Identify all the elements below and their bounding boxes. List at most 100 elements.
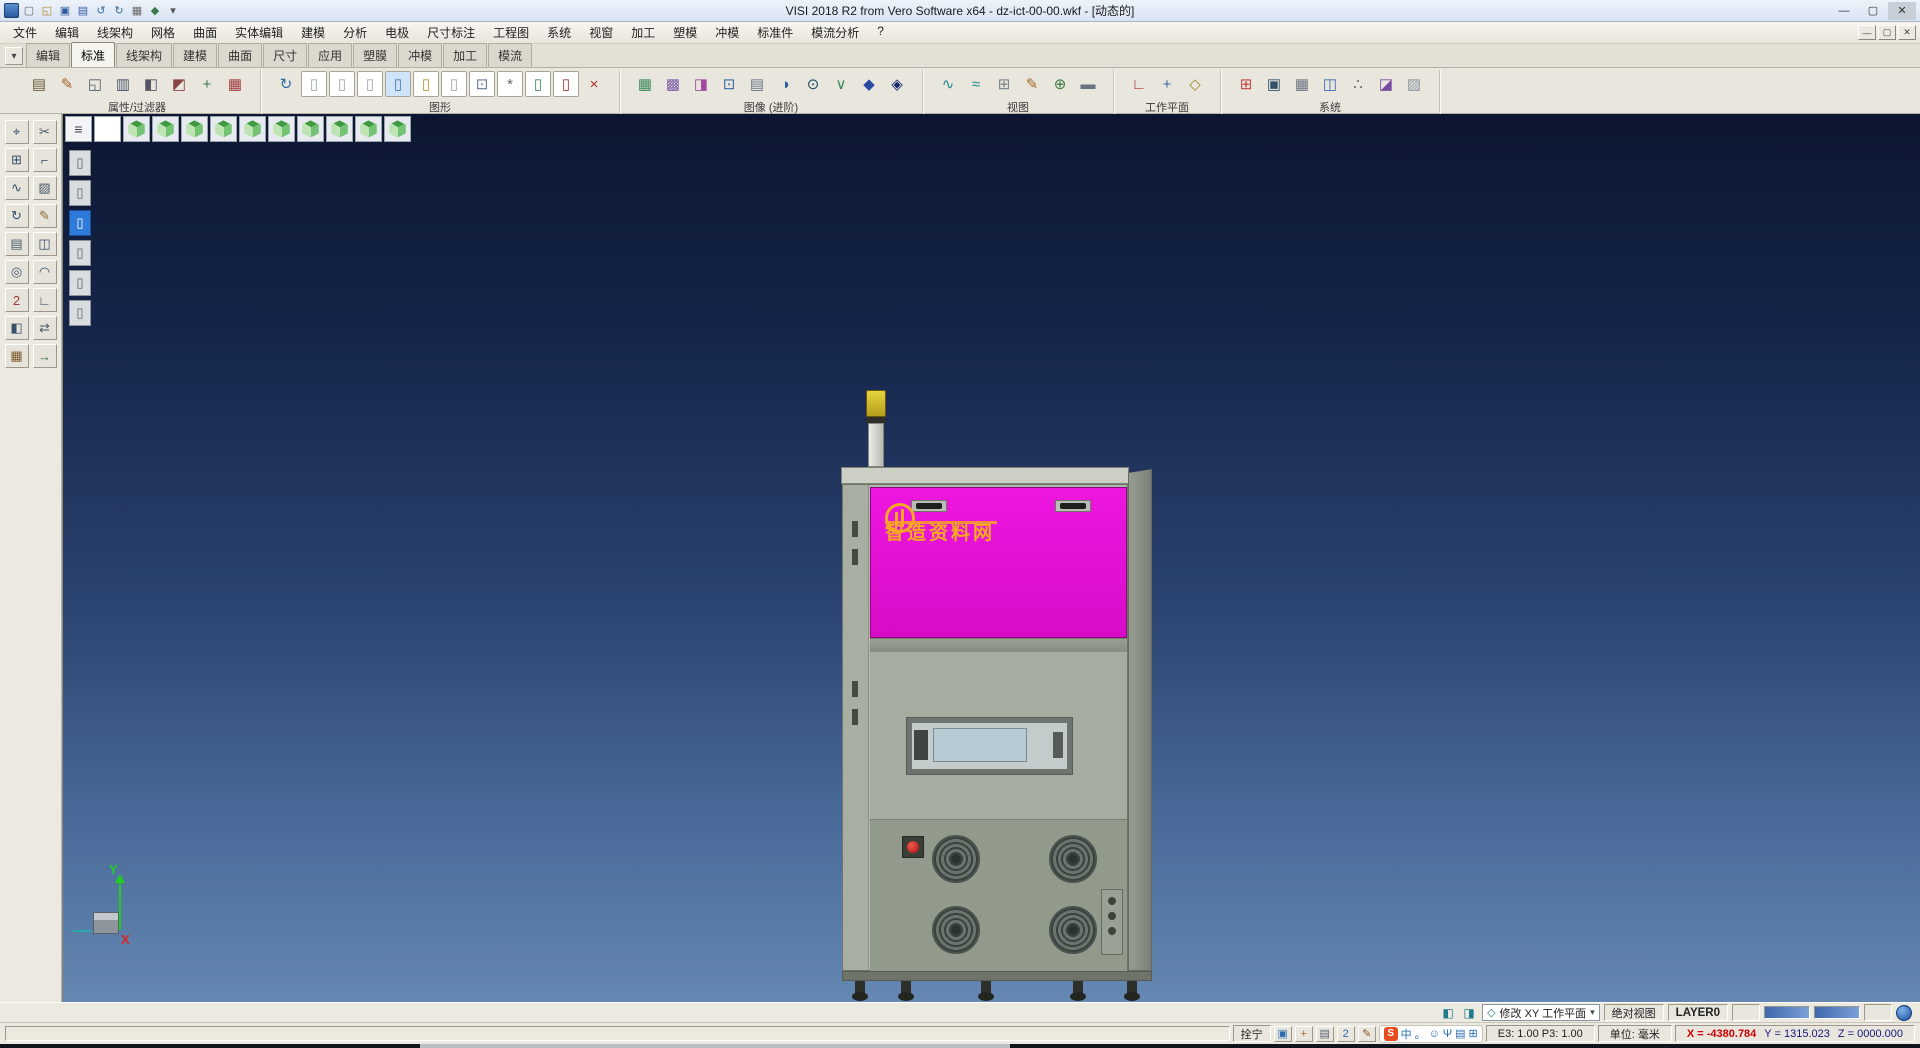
view-mode-cell[interactable]: 绝对视图: [1604, 1004, 1664, 1021]
ribbon-tab[interactable]: 建模: [173, 43, 217, 67]
select-icon[interactable]: ⌖: [5, 120, 29, 144]
quick-access-arrow-icon[interactable]: ▾: [165, 3, 181, 19]
compare-icon[interactable]: ⊡: [716, 71, 742, 97]
mirror-icon[interactable]: ⇄: [33, 316, 57, 340]
layers-icon[interactable]: ▦: [5, 344, 29, 368]
mdi-close-button[interactable]: ✕: [1898, 25, 1916, 40]
tab-dropdown-button[interactable]: ▾: [5, 47, 23, 65]
menu-item[interactable]: 曲面: [184, 22, 226, 43]
document-slot-6[interactable]: ▯: [69, 300, 91, 326]
ribbon-tab[interactable]: 编辑: [26, 43, 70, 67]
menu-item[interactable]: 视窗: [580, 22, 622, 43]
solid-icon[interactable]: ◫: [33, 232, 57, 256]
view-back-icon[interactable]: [181, 116, 208, 142]
ime-language-toggle[interactable]: 中: [1401, 1026, 1412, 1042]
microphone-icon[interactable]: Ψ: [1443, 1028, 1452, 1040]
ribbon-tab[interactable]: 加工: [443, 43, 487, 67]
ime-emoji-icon[interactable]: ☺: [1429, 1028, 1440, 1040]
view-right-icon[interactable]: [239, 116, 266, 142]
face-icon[interactable]: ◧: [5, 316, 29, 340]
menu-item[interactable]: 网格: [142, 22, 184, 43]
properties-icon[interactable]: ▤: [26, 71, 52, 97]
color-filter-icon[interactable]: ▦: [222, 71, 248, 97]
ribbon-tab[interactable]: 塑膜: [353, 43, 397, 67]
redo-icon[interactable]: ↻: [111, 3, 127, 19]
info-toggle-icon[interactable]: 2: [1337, 1026, 1355, 1042]
view-iso-3-icon[interactable]: [355, 116, 382, 142]
menu-item[interactable]: 尺寸标注: [418, 22, 484, 43]
menu-item[interactable]: 分析: [334, 22, 376, 43]
delete-graphics-icon[interactable]: ×: [581, 71, 607, 97]
ribbon-tab[interactable]: 应用: [308, 43, 352, 67]
view-left-icon[interactable]: [210, 116, 237, 142]
close-button[interactable]: ✕: [1888, 2, 1916, 20]
menu-item[interactable]: 标准件: [748, 22, 802, 43]
ime-toolbox-icon[interactable]: ⊞: [1469, 1027, 1478, 1040]
menu-item[interactable]: 塑模: [664, 22, 706, 43]
viewport-canvas[interactable]: ≡: [62, 114, 1920, 1002]
mdi-restore-button[interactable]: ▢: [1878, 25, 1896, 40]
pan-view-icon[interactable]: ≈: [963, 71, 989, 97]
keyboard-icon[interactable]: ▤: [1455, 1027, 1465, 1040]
ribbon-tab[interactable]: 曲面: [218, 43, 262, 67]
add-filter-icon[interactable]: +: [194, 71, 220, 97]
document-slot-5[interactable]: ▯: [69, 270, 91, 296]
gem-dark-icon[interactable]: ◈: [884, 71, 910, 97]
ribbon-tab[interactable]: 标准: [71, 42, 115, 67]
workplane-edit-icon[interactable]: ◨: [1460, 1005, 1478, 1021]
viewbar-blank-icon[interactable]: [94, 116, 121, 142]
ribbon-tab[interactable]: 模流: [488, 43, 532, 67]
sheet-icon[interactable]: ▤: [5, 232, 29, 256]
measure-view-icon[interactable]: ⊞: [991, 71, 1017, 97]
undo-icon[interactable]: ↺: [93, 3, 109, 19]
save-all-icon[interactable]: ▤: [75, 3, 91, 19]
minimize-button[interactable]: —: [1830, 2, 1858, 20]
graphics-page-1-icon[interactable]: ▯: [301, 71, 327, 97]
texture-icon[interactable]: ▩: [660, 71, 686, 97]
graphics-page-3-icon[interactable]: ▯: [357, 71, 383, 97]
document-slot-4[interactable]: ▯: [69, 240, 91, 266]
visi-ball-icon[interactable]: [1896, 1005, 1912, 1021]
window-view-icon[interactable]: ▬: [1075, 71, 1101, 97]
filter-box-icon[interactable]: ◱: [82, 71, 108, 97]
ribbon-tab[interactable]: 线架构: [116, 43, 172, 67]
ramp-icon[interactable]: ▨: [1401, 71, 1427, 97]
corner-icon[interactable]: ⌐: [33, 148, 57, 172]
ribbon-tab[interactable]: 冲模: [398, 43, 442, 67]
snap-toggle-icon[interactable]: +: [1295, 1026, 1313, 1042]
workplane-combo[interactable]: ◇ 修改 XY 工作平面 ▾: [1482, 1004, 1600, 1021]
restore-button[interactable]: ▢: [1859, 2, 1887, 20]
half-shade-icon[interactable]: ◑: [772, 71, 798, 97]
graphics-page-red-icon[interactable]: ▯: [553, 71, 579, 97]
circle-icon[interactable]: ◎: [5, 260, 29, 284]
menu-item[interactable]: 实体编辑: [226, 22, 292, 43]
view-iso-1-icon[interactable]: [297, 116, 324, 142]
menu-item[interactable]: 线架构: [88, 22, 142, 43]
menu-item[interactable]: 模流分析: [802, 22, 868, 43]
flag-filter-icon[interactable]: ◩: [166, 71, 192, 97]
menu-item[interactable]: 文件: [4, 22, 46, 43]
annotate-view-icon[interactable]: ✎: [1019, 71, 1045, 97]
trim-icon[interactable]: ✂: [33, 120, 57, 144]
rotate-icon[interactable]: ↻: [5, 204, 29, 228]
filter-layer-icon[interactable]: ▥: [110, 71, 136, 97]
graphics-page-4-icon[interactable]: ▯: [441, 71, 467, 97]
print-icon[interactable]: ▦: [129, 3, 145, 19]
grid-icon[interactable]: ⊞: [5, 148, 29, 172]
active-layer-cell[interactable]: LAYER0: [1668, 1004, 1728, 1021]
document-slot-2[interactable]: ▯: [69, 180, 91, 206]
workplane-align-icon[interactable]: ◇: [1182, 71, 1208, 97]
ime-logo-icon[interactable]: S: [1384, 1027, 1398, 1041]
graphics-settings-icon[interactable]: *: [497, 71, 523, 97]
view-iso-4-icon[interactable]: [384, 116, 411, 142]
attribute-brush-icon[interactable]: ✎: [54, 71, 80, 97]
workplane-create-icon[interactable]: +: [1154, 71, 1180, 97]
graphics-page-star-icon[interactable]: ▯: [413, 71, 439, 97]
points-icon[interactable]: ∴: [1345, 71, 1371, 97]
arc-icon[interactable]: ◠: [33, 260, 57, 284]
dimension-icon[interactable]: 2: [5, 288, 29, 312]
sketch-icon[interactable]: ✎: [33, 204, 57, 228]
workplane-cube-icon[interactable]: ◧: [1439, 1005, 1457, 1021]
view-iso-2-icon[interactable]: [326, 116, 353, 142]
ime-punctuation-toggle[interactable]: 。: [1415, 1026, 1426, 1042]
